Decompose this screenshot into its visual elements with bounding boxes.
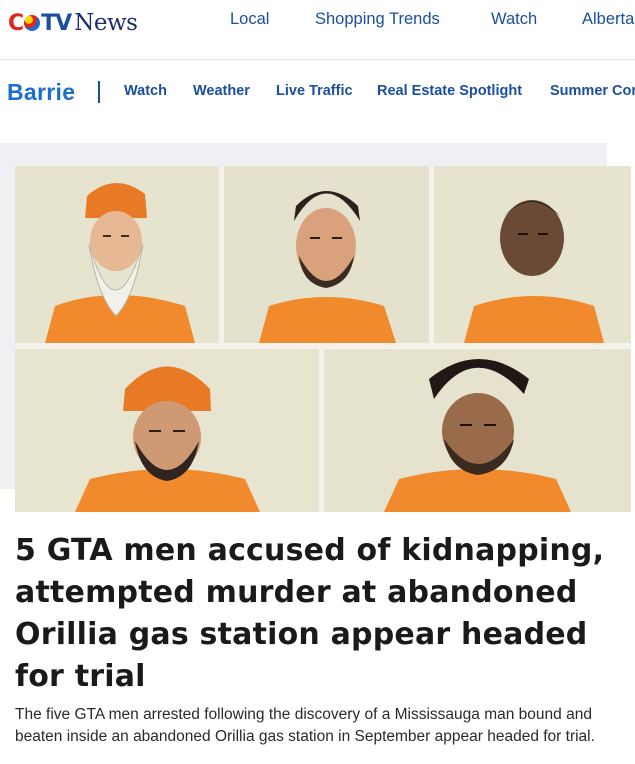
sketch-panel-2 [224,166,429,343]
site-header: C TV News Local Shopping Trends Watch Alb… [0,0,635,60]
section-divider [98,81,100,103]
section-title[interactable]: Barrie [7,79,75,106]
article-headline[interactable]: 5 GTA men accused of kidnapping, attempt… [15,530,625,698]
subnav-watch[interactable]: Watch [124,83,167,99]
subnav-weather[interactable]: Weather [193,83,250,99]
top-nav-watch[interactable]: Watch [491,10,537,29]
top-nav-local[interactable]: Local [230,10,269,29]
top-nav-shopping-trends[interactable]: Shopping Trends [315,10,440,29]
article-summary: The five GTA men arrested following the … [15,706,595,745]
subnav-summer[interactable]: Summer Cor [550,83,635,99]
section-nav-bar: Barrie Watch Weather Live Traffic Real E… [0,61,635,123]
sketch-panel-5 [324,349,631,512]
ctv-logo: C TV [8,10,72,36]
subnav-real-estate-spotlight[interactable]: Real Estate Spotlight [377,83,522,99]
logo-news-text: News [74,10,138,36]
sketch-panel-3 [434,166,631,343]
sketch-panel-1 [15,166,219,343]
subnav-live-traffic[interactable]: Live Traffic [276,83,353,99]
top-nav-alberta[interactable]: Alberta [582,10,634,29]
hero-image[interactable] [15,166,631,512]
ctv-news-logo[interactable]: C TV News [8,8,138,38]
sketch-panel-4 [15,349,319,512]
